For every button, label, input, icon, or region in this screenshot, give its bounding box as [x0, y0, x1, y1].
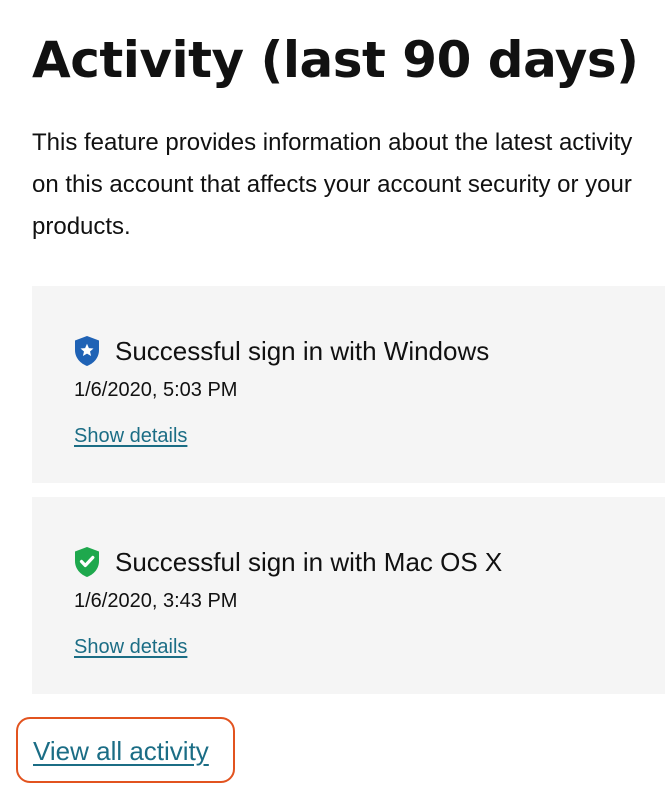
show-details-link[interactable]: Show details	[74, 422, 187, 450]
activity-card: Successful sign in with Mac OS X 1/6/202…	[32, 497, 665, 694]
activity-title-row: Successful sign in with Windows	[74, 326, 489, 376]
activity-title-row: Successful sign in with Mac OS X	[74, 537, 502, 587]
activity-datetime: 1/6/2020, 5:03 PM	[74, 379, 238, 401]
show-details-link[interactable]: Show details	[74, 633, 187, 661]
shield-check-icon	[74, 546, 100, 578]
shield-star-icon	[74, 335, 100, 367]
activity-datetime: 1/6/2020, 3:43 PM	[74, 590, 238, 612]
activity-title: Successful sign in with Windows	[115, 336, 490, 366]
activity-card: Successful sign in with Windows 1/6/2020…	[32, 286, 665, 483]
activity-title: Successful sign in with Mac OS X	[115, 547, 503, 577]
view-all-activity-link[interactable]: View all activity	[33, 733, 209, 769]
page-description: This feature provides information about …	[32, 129, 633, 240]
page-title: Activity (last 90 days)	[32, 31, 639, 89]
